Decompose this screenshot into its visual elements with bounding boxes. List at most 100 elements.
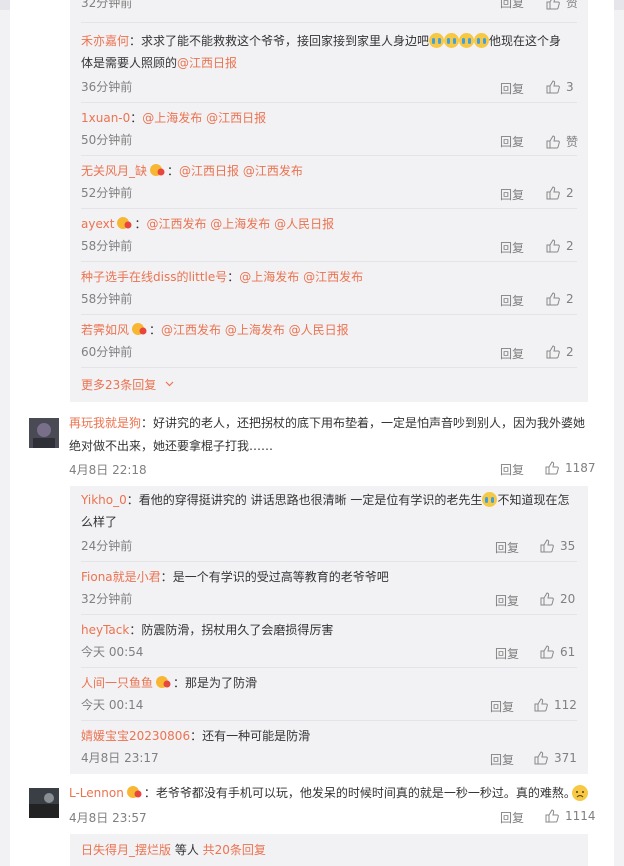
like-button[interactable]: 2 [546, 239, 574, 253]
reply-button[interactable]: 回复 [495, 539, 519, 556]
reply-button[interactable]: 回复 [495, 592, 519, 609]
like-button[interactable]: 2 [546, 345, 574, 359]
reply-username[interactable]: 婧媛宝宝20230806 [81, 729, 190, 743]
reply-username[interactable]: Fiona就是小君 [81, 570, 161, 584]
thumbs-up-icon [545, 809, 559, 823]
reply-username[interactable]: 无关风月_缺 [81, 164, 147, 178]
reply-username[interactable]: 人间一只鱼鱼 [81, 676, 153, 690]
reply-button[interactable]: 回复 [500, 292, 524, 309]
reply-time: 58分钟前 [81, 239, 133, 253]
reply-time: 60分钟前 [81, 345, 133, 359]
vip-badge-icon [156, 676, 171, 688]
thumbs-up-icon [540, 539, 554, 553]
like-button[interactable]: 2 [546, 292, 574, 306]
reply-username[interactable]: ayext [81, 217, 114, 231]
comment-username[interactable]: L-Lennon [69, 786, 124, 800]
thumbs-up-icon [540, 645, 554, 659]
like-button[interactable]: 赞 [546, 0, 577, 11]
mention-link[interactable]: @江西日报 [177, 56, 237, 70]
crying-emoji-icon [459, 33, 475, 48]
like-count: 61 [560, 645, 576, 659]
reply-text-cont: 他现在这个身 [489, 34, 562, 48]
reply-row: Fiona就是小君：是一个有学识的受过高等教育的老爷爷吧 32分钟前 回复 20 [81, 570, 576, 609]
reply-username[interactable]: 种子选手在线diss的little号 [81, 270, 227, 284]
reply-username[interactable]: 若霁如风 [81, 323, 129, 337]
divider [81, 720, 577, 721]
comment-username[interactable]: 再玩我就是狗 [69, 416, 141, 430]
like-button[interactable]: 112 [534, 698, 577, 712]
mention-link[interactable]: @江西日报 @江西发布 [179, 164, 303, 178]
crying-emoji-icon [482, 492, 498, 507]
reply-username[interactable]: 禾亦嘉何 [81, 34, 129, 48]
divider [81, 155, 577, 156]
like-button[interactable]: 2 [546, 186, 574, 200]
reply-button[interactable]: 回复 [500, 809, 524, 826]
reply-text-line2: 么样了 [81, 515, 118, 529]
reply-username[interactable]: 1xuan-0 [81, 111, 130, 125]
summary-username[interactable]: 日失得月_摆烂版 [81, 843, 171, 857]
comment-text: 好讲究的老人，还把拐杖的底下用布垫着，一定是怕声音吵到别人，因为我外婆她 [153, 416, 586, 430]
avatar[interactable] [29, 788, 59, 818]
summary-text: 等人 [171, 843, 203, 857]
mention-link[interactable]: @江西发布 @上海发布 @人民日报 [161, 323, 349, 337]
thumbs-up-icon [546, 345, 560, 359]
reply-button[interactable]: 回复 [495, 645, 519, 662]
crying-emoji-icon [444, 33, 460, 48]
all-replies-link[interactable]: 共20条回复 [203, 843, 266, 857]
mention-link[interactable]: @江西发布 @上海发布 @人民日报 [146, 217, 334, 231]
reply-text: 防震防滑，拐杖用久了会磨损得厉害 [141, 623, 334, 637]
more-replies-link[interactable]: 更多23条回复 [81, 376, 577, 394]
reply-text: 看他的穿得挺讲究的 讲话思路也很清晰 一定是位有学识的老先生 [138, 493, 483, 507]
chevron-down-icon [165, 381, 174, 387]
like-button[interactable]: 1114 [545, 809, 596, 823]
like-count: 20 [560, 592, 576, 606]
like-button[interactable]: 35 [540, 539, 575, 553]
like-count: 112 [554, 698, 577, 712]
reply-username[interactable]: heyTack [81, 623, 129, 637]
reply-row: Yikho_0：看他的穿得挺讲究的 讲话思路也很清晰 一定是位有学识的老先生 不知… [81, 492, 576, 556]
like-count: 1187 [565, 461, 596, 475]
like-button[interactable]: 371 [534, 751, 577, 765]
like-button[interactable]: 3 [546, 80, 574, 94]
like-button[interactable]: 赞 [546, 133, 578, 150]
reply-text: 是一个有学识的受过高等教育的老爷爷吧 [172, 570, 389, 584]
reply-button[interactable]: 回复 [500, 461, 524, 478]
thumbs-up-icon [546, 135, 560, 149]
thumbs-up-icon [540, 592, 554, 606]
mention-link[interactable]: @上海发布 @江西发布 [239, 270, 363, 284]
reply-username[interactable]: Yikho_0 [81, 493, 127, 507]
reply-button[interactable]: 回复 [500, 0, 524, 11]
comment-time: 4月8日 22:18 [69, 463, 147, 477]
reply-row: 无关风月_缺 ：@江西日报 @江西发布 52分钟前 回复 2 [81, 164, 574, 203]
comment-text: 老爷爷都没有手机可以玩，他发呆的时候时间真的就是一秒一秒过。真的难熬。 [155, 786, 576, 800]
like-button[interactable]: 1187 [545, 461, 596, 475]
thumbs-up-icon [546, 80, 560, 94]
divider [81, 314, 577, 315]
reply-time: 50分钟前 [81, 133, 133, 147]
reply-button[interactable]: 回复 [500, 239, 524, 256]
thumbs-up-icon [534, 751, 548, 765]
reply-button[interactable]: 回复 [500, 345, 524, 362]
mention-link[interactable]: @上海发布 @江西日报 [142, 111, 266, 125]
reply-button[interactable]: 回复 [490, 751, 514, 768]
avatar[interactable] [29, 418, 59, 448]
reply-button[interactable]: 回复 [500, 133, 524, 150]
thumbs-up-icon [534, 698, 548, 712]
divider [81, 667, 577, 668]
reply-button[interactable]: 回复 [490, 698, 514, 715]
more-replies-label[interactable]: 更多23条回复 [81, 376, 156, 394]
reply-row: heyTack：防震防滑，拐杖用久了会磨损得厉害 今天 00:54 回复 61 [81, 623, 576, 662]
reply-button[interactable]: 回复 [500, 186, 524, 203]
comment-text-line2: 绝对做不出来，她还要拿棍子打我…… [69, 439, 274, 453]
reply-row: 种子选手在线diss的little号：@上海发布 @江西发布 58分钟前 回复 … [81, 270, 574, 309]
like-button[interactable]: 61 [540, 645, 575, 659]
comment-line-1: 再玩我就是狗：好讲究的老人，还把拐杖的底下用布垫着，一定是怕声音吵到别人，因为我… [69, 416, 586, 430]
thumbs-up-icon [546, 239, 560, 253]
vip-badge-icon [150, 164, 165, 176]
crying-emoji-icon [474, 33, 490, 48]
reply-time: 24分钟前 [81, 539, 133, 553]
reply-row: 若霁如风 ：@江西发布 @上海发布 @人民日报 60分钟前 回复 2 [81, 323, 574, 362]
like-count: 赞 [566, 135, 579, 149]
like-button[interactable]: 20 [540, 592, 575, 606]
reply-button[interactable]: 回复 [500, 80, 524, 97]
